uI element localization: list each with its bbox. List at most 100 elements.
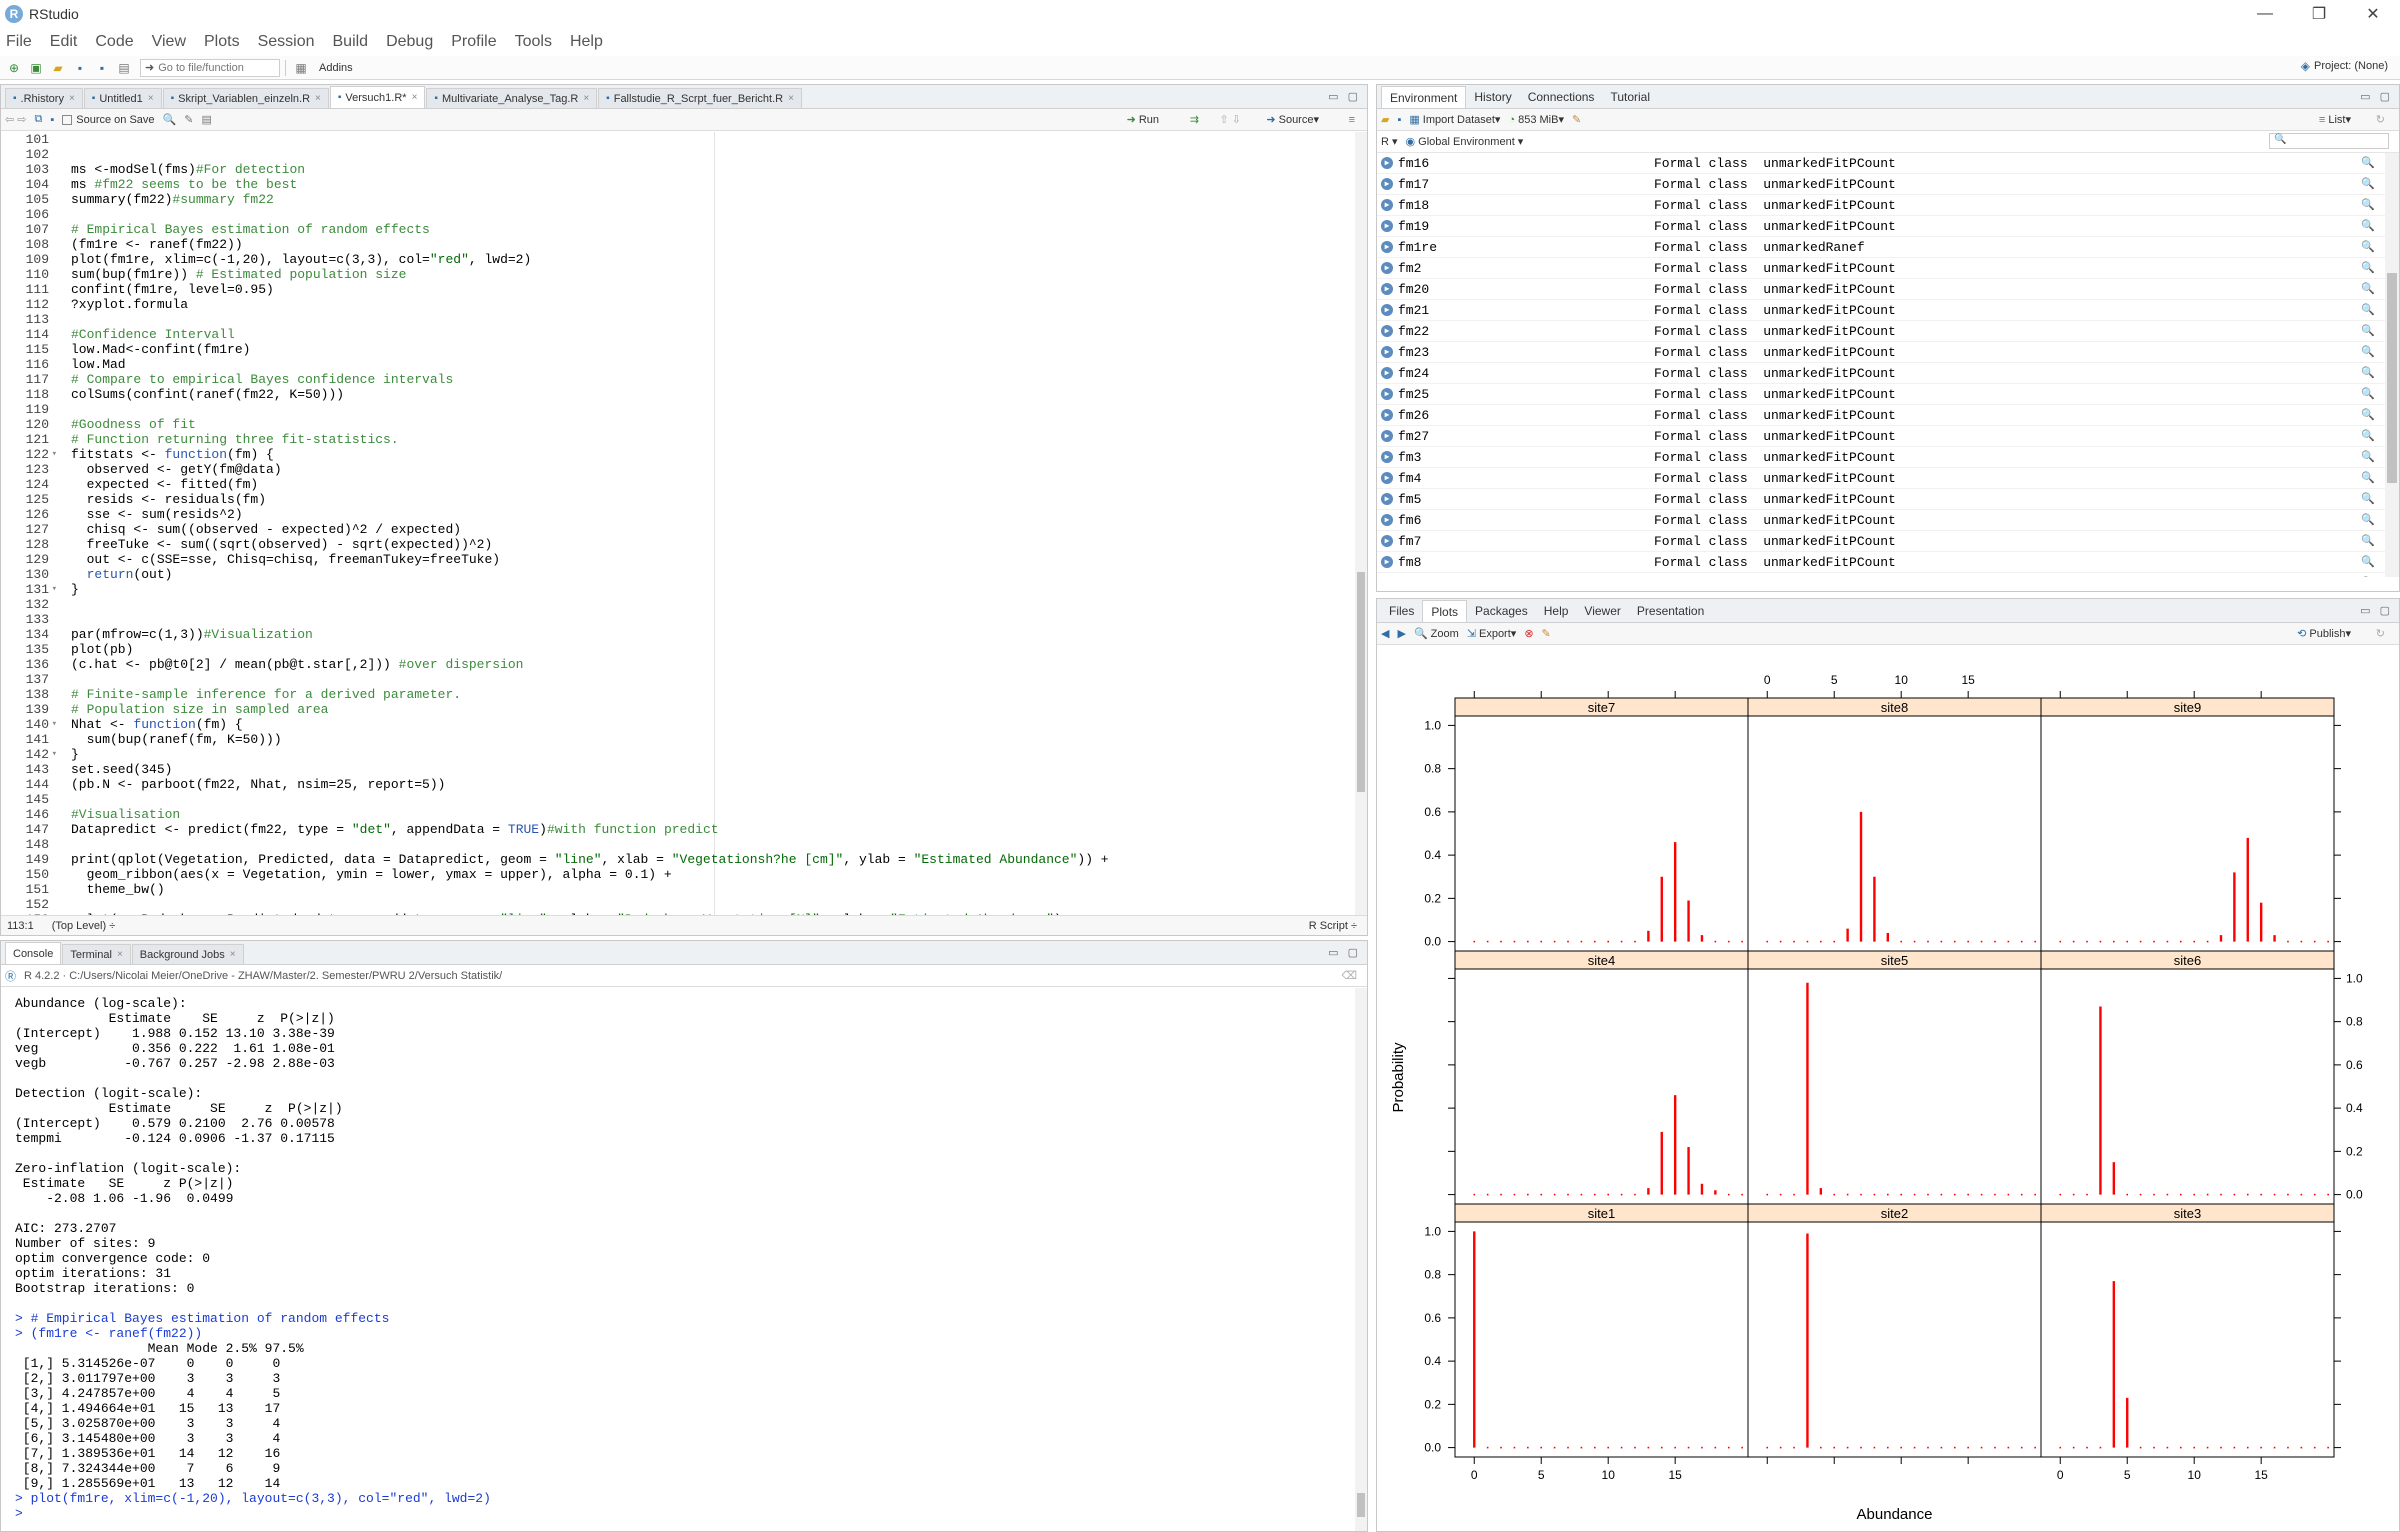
view-object-icon[interactable]: 🔍 xyxy=(2361,576,2375,577)
tab-tutorial[interactable]: Tutorial xyxy=(1602,86,1658,108)
environment-row[interactable]: ▶ fm3 Formal class unmarkedFitPCount 🔍 xyxy=(1377,447,2385,468)
code-line[interactable] xyxy=(71,792,1355,807)
environment-row[interactable]: ▶ fm18 Formal class unmarkedFitPCount 🔍 xyxy=(1377,195,2385,216)
code-line[interactable]: ms <-modSel(fms)#For detection xyxy=(71,162,1355,177)
menu-view[interactable]: View xyxy=(150,33,188,51)
code-line[interactable]: #Visualisation xyxy=(71,807,1355,822)
view-object-icon[interactable]: 🔍 xyxy=(2361,198,2375,212)
search-icon[interactable]: 🔍 xyxy=(163,113,177,126)
environment-row[interactable]: ▶ fm24 Formal class unmarkedFitPCount 🔍 xyxy=(1377,363,2385,384)
tab-versuch1-r-[interactable]: ▪ Versuch1.R* × xyxy=(329,86,426,108)
menu-tools[interactable]: Tools xyxy=(513,33,554,51)
tab-fallstudie-r-scrpt-fuer-bericht-r[interactable]: ▪ Fallstudie_R_Scrpt_fuer_Bericht.R × xyxy=(598,88,802,108)
tab-background-jobs[interactable]: Background Jobs × xyxy=(131,944,244,964)
close-tab-icon[interactable]: × xyxy=(412,92,418,103)
code-line[interactable] xyxy=(71,147,1355,162)
expand-object-icon[interactable]: ▶ xyxy=(1381,199,1393,211)
environment-scrollbar[interactable] xyxy=(2385,153,2399,577)
view-object-icon[interactable]: 🔍 xyxy=(2361,324,2375,338)
environment-row[interactable]: ▶ fm23 Formal class unmarkedFitPCount 🔍 xyxy=(1377,342,2385,363)
view-object-icon[interactable]: 🔍 xyxy=(2361,555,2375,569)
expand-object-icon[interactable]: ▶ xyxy=(1381,388,1393,400)
code-lines[interactable]: ms <-modSel(fms)#For detection ms #fm22 s… xyxy=(71,132,1355,935)
show-in-window-icon[interactable]: ⧉ xyxy=(35,113,43,126)
expand-object-icon[interactable]: ▶ xyxy=(1381,409,1393,421)
pane-maximize-icon[interactable]: ▭ ▢ xyxy=(1328,90,1361,103)
broom-icon[interactable]: ✎ xyxy=(1572,113,1581,126)
scope-selector[interactable]: (Top Level) ÷ xyxy=(52,920,116,932)
expand-object-icon[interactable]: ▶ xyxy=(1381,283,1393,295)
code-line[interactable] xyxy=(71,672,1355,687)
minimize-button[interactable]: — xyxy=(2238,0,2292,28)
view-object-icon[interactable]: 🔍 xyxy=(2361,366,2375,380)
fold-arrow-icon[interactable]: ▾ xyxy=(52,582,57,597)
view-object-icon[interactable]: 🔍 xyxy=(2361,156,2375,170)
code-line[interactable]: ?xyplot.formula xyxy=(71,297,1355,312)
view-object-icon[interactable]: 🔍 xyxy=(2361,345,2375,359)
pane-maximize-icon[interactable]: ▭ ▢ xyxy=(2360,604,2393,617)
expand-object-icon[interactable]: ▶ xyxy=(1381,535,1393,547)
expand-object-icon[interactable]: ▶ xyxy=(1381,430,1393,442)
view-object-icon[interactable]: 🔍 xyxy=(2361,471,2375,485)
menu-edit[interactable]: Edit xyxy=(48,33,80,51)
code-line[interactable]: confint(fm1re, level=0.95) xyxy=(71,282,1355,297)
close-tab-icon[interactable]: × xyxy=(788,93,794,104)
view-object-icon[interactable]: 🔍 xyxy=(2361,450,2375,464)
code-line[interactable]: freeTuke <- sum((sqrt(observed) - sqrt(e… xyxy=(71,537,1355,552)
menu-profile[interactable]: Profile xyxy=(449,33,498,51)
code-line[interactable]: Datapredict <- predict(fm22, type = "det… xyxy=(71,822,1355,837)
expand-object-icon[interactable]: ▶ xyxy=(1381,220,1393,232)
code-line[interactable]: # Function returning three fit-statistic… xyxy=(71,432,1355,447)
code-line[interactable]: } xyxy=(71,747,1355,762)
view-object-icon[interactable]: 🔍 xyxy=(2361,534,2375,548)
nav-back-icon[interactable]: ⇦ ⇨ xyxy=(5,113,27,126)
code-line[interactable]: } xyxy=(71,582,1355,597)
view-object-icon[interactable]: 🔍 xyxy=(2361,219,2375,233)
view-object-icon[interactable]: 🔍 xyxy=(2361,240,2375,254)
view-object-icon[interactable]: 🔍 xyxy=(2361,408,2375,422)
environment-row[interactable]: ▶ fm5 Formal class unmarkedFitPCount 🔍 xyxy=(1377,489,2385,510)
code-line[interactable]: print(qplot(Vegetation, Predicted, data … xyxy=(71,852,1355,867)
close-tab-icon[interactable]: × xyxy=(315,93,321,104)
environment-row[interactable]: ▶ fm20 Formal class unmarkedFitPCount 🔍 xyxy=(1377,279,2385,300)
close-tab-icon[interactable]: × xyxy=(148,93,154,104)
outline-icon[interactable]: ≡ xyxy=(1349,114,1355,126)
expand-object-icon[interactable]: ▶ xyxy=(1381,262,1393,274)
menu-debug[interactable]: Debug xyxy=(384,33,435,51)
new-file-icon[interactable]: ⊕ xyxy=(4,59,24,77)
code-line[interactable]: low.Mad<-confint(fm1re) xyxy=(71,342,1355,357)
close-tab-icon[interactable]: × xyxy=(69,93,75,104)
code-line[interactable]: sse <- sum(resids^2) xyxy=(71,507,1355,522)
scope-selector[interactable]: ◉ Global Environment ▾ xyxy=(1406,135,1524,149)
code-line[interactable]: sum(bup(fm1re)) # Estimated population s… xyxy=(71,267,1355,282)
view-mode-button[interactable]: ≡ List ▾ xyxy=(2319,113,2351,127)
zoom-button[interactable]: 🔍 Zoom xyxy=(1414,627,1459,641)
tab-plots[interactable]: Plots xyxy=(1422,600,1468,622)
go-to-file-input[interactable]: ➜ Go to file/function xyxy=(140,58,280,77)
tab-viewer[interactable]: Viewer xyxy=(1576,600,1628,622)
console-scrollbar[interactable] xyxy=(1355,988,1367,1531)
expand-object-icon[interactable]: ▶ xyxy=(1381,556,1393,568)
environment-row[interactable]: ▶ fm16 Formal class unmarkedFitPCount 🔍 xyxy=(1377,153,2385,174)
expand-object-icon[interactable]: ▶ xyxy=(1381,178,1393,190)
previous-plot-icon[interactable]: ◀ xyxy=(1381,627,1389,640)
expand-object-icon[interactable]: ▶ xyxy=(1381,472,1393,484)
print-icon[interactable]: ▤ xyxy=(114,59,134,77)
code-line[interactable]: (c.hat <- pb@t0[2] / mean(pb@t.star[,2])… xyxy=(71,657,1355,672)
tab-untitled1[interactable]: ▪ Untitled1 × xyxy=(83,88,162,108)
expand-object-icon[interactable]: ▶ xyxy=(1381,451,1393,463)
console-output[interactable]: Abundance (log-scale): Estimate SE z P(>… xyxy=(1,988,1355,1531)
code-line[interactable] xyxy=(71,402,1355,417)
tab-presentation[interactable]: Presentation xyxy=(1629,600,1712,622)
pane-maximize-icon[interactable]: ▭ ▢ xyxy=(1328,946,1361,959)
chunk-nav-icon[interactable]: ⇧ ⇩ xyxy=(1220,113,1242,126)
view-object-icon[interactable]: 🔍 xyxy=(2361,513,2375,527)
tab-console[interactable]: Console xyxy=(5,942,62,964)
code-line[interactable]: par(mfrow=c(1,3))#Visualization xyxy=(71,627,1355,642)
code-line[interactable]: theme_bw() xyxy=(71,882,1355,897)
rerun-icon[interactable]: ⇉ xyxy=(1190,113,1199,126)
environment-row[interactable]: ▶ fm17 Formal class unmarkedFitPCount 🔍 xyxy=(1377,174,2385,195)
tab-help[interactable]: Help xyxy=(1536,600,1577,622)
code-line[interactable] xyxy=(71,597,1355,612)
tab-files[interactable]: Files xyxy=(1381,600,1422,622)
